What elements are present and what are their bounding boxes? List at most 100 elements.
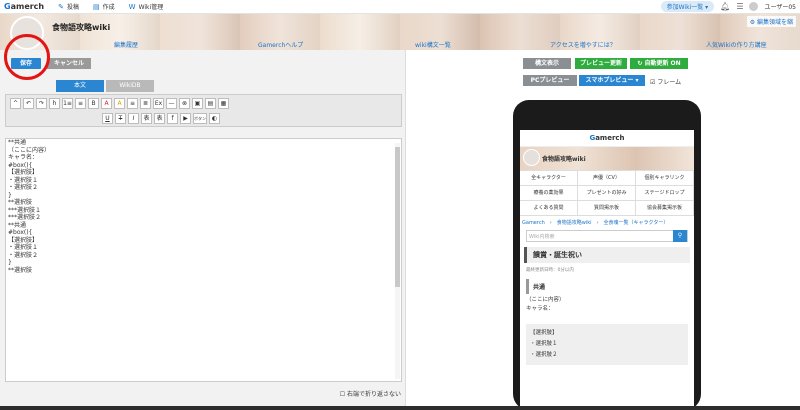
preview-panel: 構文表示 プレビュー更新 ↻ 自動更新 ON PCプレビュー スマホプレビュー … <box>407 50 800 410</box>
mobile-menu-grid: 全キャラクター 声優（CV） 個別キャラリンク 療養の薬効果 プレゼントの好み … <box>520 170 694 216</box>
mobile-menu-item[interactable]: 全キャラクター <box>520 171 578 186</box>
mobile-section-heading: 共通 <box>526 279 688 294</box>
editor-textarea[interactable]: **共通 （ここに内容） キャラ名： #box(){【選択肢】 ・選択肢１ ・選択肢２} *… <box>5 138 402 382</box>
toolbar-row-2: U T I 表 表 f ▶ ボタン ◐ <box>102 113 220 124</box>
align-icon[interactable]: ≡ <box>127 98 138 109</box>
editor-panel: 保存 キャンセル 本文 WikiDB ^ ↶ ↷ h 1≡ ≡ B A A ≡ … <box>0 34 406 410</box>
editor-line: （ここに内容） <box>8 146 51 154</box>
underline-icon[interactable]: U <box>102 113 113 124</box>
button-icon[interactable]: ボタン <box>193 113 207 124</box>
mobile-search-input[interactable]: Wiki内検索 <box>527 233 673 240</box>
mobile-box: 【選択肢】 ・選択肢１ ・選択肢２ <box>526 324 688 365</box>
banner-nav-history[interactable]: 編集履歴 <box>114 40 138 49</box>
editor-line: ・選択肢１ <box>8 176 39 184</box>
sp-preview-button[interactable]: スマホプレビュー ▾ <box>579 75 645 86</box>
strikethrough-icon[interactable]: T <box>115 113 126 124</box>
redo-icon[interactable]: ↷ <box>36 98 47 109</box>
table-icon[interactable]: ▤ <box>205 98 216 109</box>
italic-icon[interactable]: I <box>128 113 139 124</box>
mobile-menu-item[interactable]: 療養の薬効果 <box>520 186 578 201</box>
tab-wikidb[interactable]: WikiDB <box>106 80 154 92</box>
undo-icon[interactable]: ↶ <box>23 98 34 109</box>
list-icon[interactable]: ≡ <box>75 98 86 109</box>
cancel-button[interactable]: キャンセル <box>47 58 91 69</box>
link-icon[interactable]: ⊗ <box>179 98 190 109</box>
nav-post[interactable]: ✎ 投稿 <box>58 2 79 12</box>
justify-icon[interactable]: ≣ <box>140 98 151 109</box>
avatar[interactable] <box>749 2 759 11</box>
bold-icon[interactable]: B <box>88 98 99 109</box>
wiki-icon: W <box>128 2 136 11</box>
editor-line: 【選択肢】 <box>8 236 39 244</box>
checkbox-checked-icon[interactable]: ☑ <box>650 79 655 86</box>
table-insert-icon[interactable]: 表 <box>141 113 152 124</box>
editor-line: キャラ名： <box>8 154 39 161</box>
collapse-icon[interactable]: ^ <box>10 98 21 109</box>
pc-preview-button[interactable]: PCプレビュー <box>523 75 577 86</box>
nav-wiki-admin[interactable]: W Wiki管理 <box>128 2 164 12</box>
banner-nav-popular[interactable]: 人気Wikiの作り方講座 <box>706 40 767 49</box>
editor-scrollbar[interactable] <box>395 143 400 379</box>
mobile-logo[interactable]: Gamerch <box>520 130 694 147</box>
database-icon[interactable]: ▦ <box>218 98 229 109</box>
mobile-content: （ここに内容） キャラ名： <box>526 297 565 312</box>
banner-nav-access[interactable]: アクセスを増やすには？ <box>550 40 616 49</box>
editor-line: ***選択肢２ <box>8 214 42 221</box>
wrap-option[interactable]: ☐ 右端で折り返さない <box>340 389 401 398</box>
user-name[interactable]: ユーザー05 <box>764 2 796 11</box>
taskbar-edge <box>0 406 800 410</box>
mobile-updated: 最終更新日時：0分以内 <box>526 268 574 273</box>
edit-icon: ⚙ <box>749 19 757 26</box>
bell-icon[interactable]: 🔔︎ <box>720 2 730 11</box>
editor-line: **選択肢 <box>8 199 33 206</box>
edit-area-toggle[interactable]: ⚙ 編集領域を縮 <box>746 16 796 27</box>
table-edit-icon[interactable]: 表 <box>154 113 165 124</box>
editor-toolbar: ^ ↶ ↷ h 1≡ ≡ B A A ≡ ≣ Ex — ⊗ ▣ ▤ ▦ U T … <box>5 94 402 127</box>
editor-line: #box(){ <box>8 161 33 169</box>
frame-option[interactable]: ☑ フレーム <box>650 77 681 86</box>
auto-update-button[interactable]: ↻ 自動更新 ON <box>630 58 688 69</box>
menu-icon[interactable]: ☰ <box>736 2 743 11</box>
highlight-circle <box>4 34 50 80</box>
site-title[interactable]: 食物語攻略wiki <box>52 22 110 33</box>
tab-body[interactable]: 本文 <box>56 80 104 92</box>
checkbox-icon[interactable]: ☐ <box>340 391 345 398</box>
extend-icon[interactable]: Ex <box>153 98 164 109</box>
mobile-menu-item[interactable]: ステージドロップ <box>636 186 694 201</box>
syntax-display-button[interactable]: 構文表示 <box>523 58 571 69</box>
editor-line: } <box>8 259 12 266</box>
youtube-icon[interactable]: ▶ <box>180 113 191 124</box>
mobile-menu-item[interactable]: 協会募集掲示板 <box>636 201 694 216</box>
mobile-menu-item[interactable]: 質問掲示板 <box>578 201 636 216</box>
mobile-site-icon[interactable] <box>523 149 540 166</box>
ordered-list-icon[interactable]: 1≡ <box>62 98 73 109</box>
preview-update-button[interactable]: プレビュー更新 <box>575 58 627 69</box>
horizontal-rule-icon[interactable]: — <box>166 98 177 109</box>
font-color-icon[interactable]: A <box>101 98 112 109</box>
editor-line: 【選択肢】 <box>8 169 39 176</box>
toolbar-row-1: ^ ↶ ↷ h 1≡ ≡ B A A ≡ ≣ Ex — ⊗ ▣ ▤ ▦ <box>10 98 229 109</box>
highlight-icon[interactable]: A <box>114 98 125 109</box>
mobile-menu-item[interactable]: プレゼントの好み <box>578 186 636 201</box>
mobile-search: Wiki内検索 ⚲ <box>526 230 688 242</box>
image-icon[interactable]: ▣ <box>192 98 203 109</box>
nav-create[interactable]: ▤ 作成 <box>93 2 115 12</box>
editor-line: ・選択肢１ <box>8 244 39 251</box>
mobile-menu-item[interactable]: よくある質問 <box>520 201 578 216</box>
mobile-menu-item[interactable]: 個別キャラリンク <box>636 171 694 186</box>
banner-nav-help[interactable]: Gamerchヘルプ <box>258 40 303 49</box>
mobile-menu-item[interactable]: 声優（CV） <box>578 171 636 186</box>
heading-icon[interactable]: h <box>49 98 60 109</box>
editor-line: **共通 <box>8 139 27 146</box>
facebook-icon[interactable]: f <box>167 113 178 124</box>
phone-frame: Gamerch 食物語攻略wiki 全キャラクター 声優（CV） 個別キャラリン… <box>513 100 701 410</box>
editor-line: ・選択肢２ <box>8 251 39 259</box>
search-icon[interactable]: ⚲ <box>673 230 687 242</box>
mobile-site-title[interactable]: 食物語攻略wiki <box>542 154 586 163</box>
banner-nav-syntax[interactable]: wiki構文一覧 <box>415 40 451 49</box>
gamerch-logo[interactable]: Gamerch <box>4 2 44 11</box>
site-banner: 食物語攻略wiki ⚙ 編集領域を縮 編集履歴 Gamerchヘルプ wiki構… <box>0 14 800 50</box>
toggle-icon[interactable]: ◐ <box>209 113 220 124</box>
mobile-breadcrumb[interactable]: Gamerch › 食物語攻略wiki › 全食魂一覧（キャラクター） <box>520 216 694 228</box>
joined-wiki-dropdown[interactable]: 参加Wiki一覧 ▾ <box>660 1 715 12</box>
